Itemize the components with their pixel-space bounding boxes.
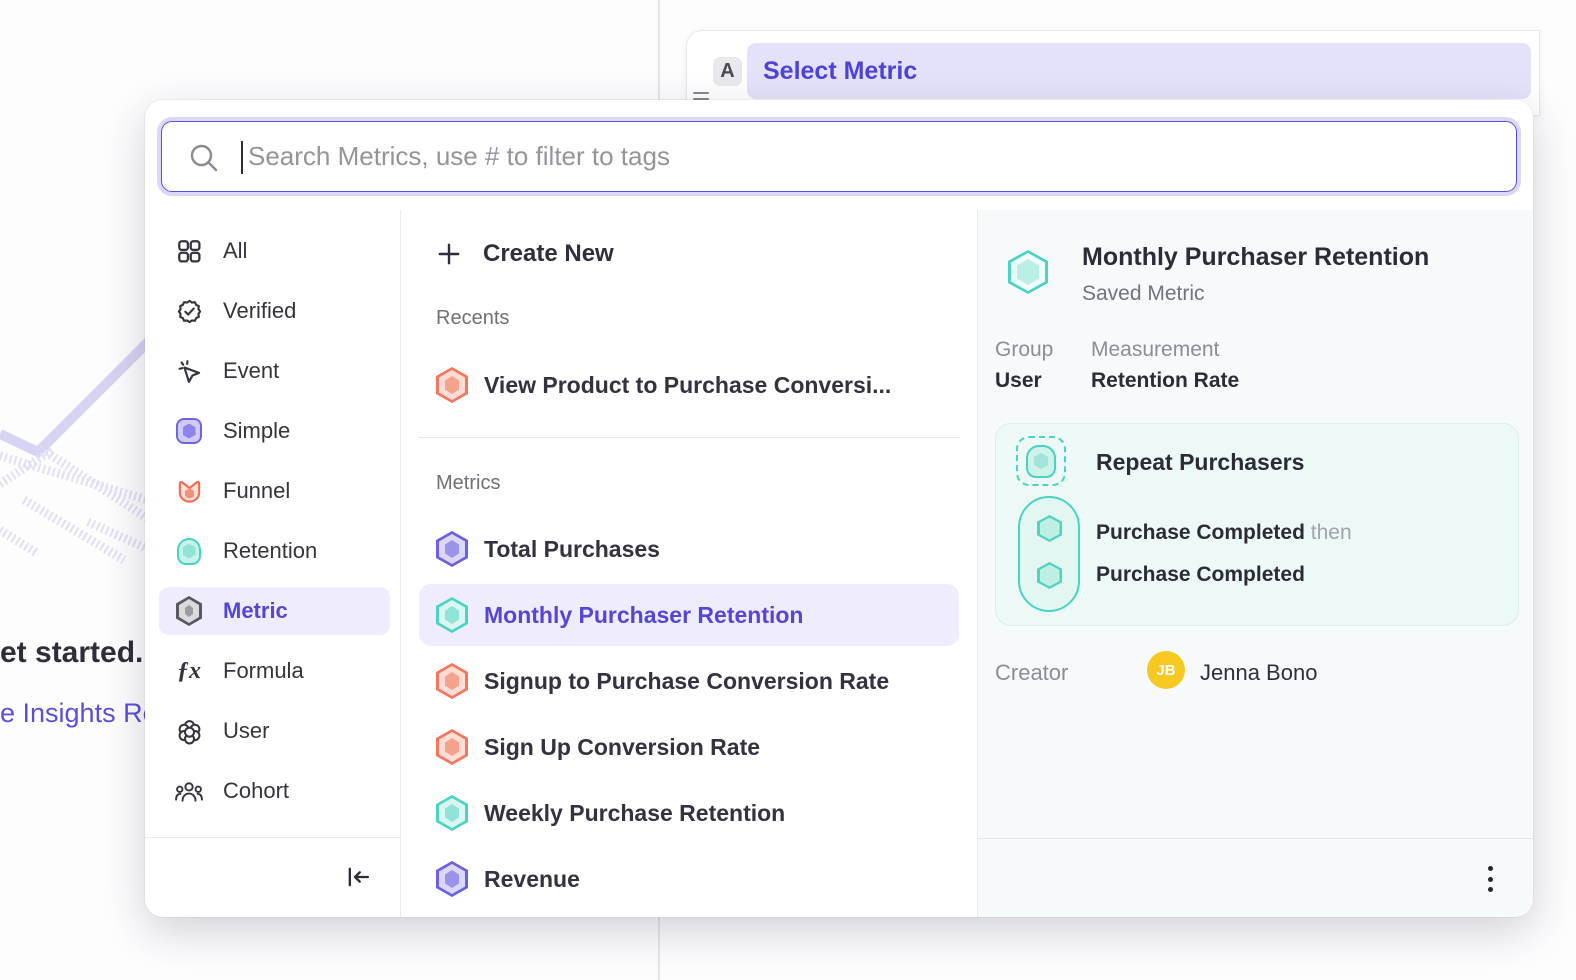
sidebar-item-label: User [223, 718, 269, 744]
modal-body: All Verified [145, 210, 1533, 917]
user-icon [175, 717, 203, 745]
metric-item-weekly-purchase-retention[interactable]: Weekly Purchase Retention [419, 782, 959, 844]
metric-item-label: Signup to Purchase Conversion Rate [484, 668, 889, 695]
sidebar-item-event[interactable]: Event [159, 347, 390, 395]
sidebar-item-label: Simple [223, 418, 290, 444]
sidebar-item-formula[interactable]: ƒx Formula [159, 647, 390, 695]
event-cursor-icon [175, 357, 203, 385]
behavior-name: Repeat Purchasers [1096, 449, 1304, 476]
metric-hexagon-icon [436, 531, 468, 567]
get-started-text: et started. [0, 636, 148, 670]
metric-hexagon-icon [436, 861, 468, 897]
recents-label: Recents [436, 307, 509, 330]
sidebar-item-cohort[interactable]: Cohort [159, 767, 390, 815]
metric-list: Create New Recents View Product to Purch… [400, 210, 978, 917]
metric-item-label: Weekly Purchase Retention [484, 800, 785, 827]
measurement-value: Retention Rate [1091, 369, 1239, 393]
measurement-label: Measurement [1091, 338, 1239, 362]
collapse-sidebar-button[interactable] [344, 863, 372, 891]
grid-icon [175, 237, 203, 265]
metric-item-label: Sign Up Conversion Rate [484, 734, 760, 761]
sidebar-item-label: Event [223, 358, 279, 384]
creator-avatar: JB [1147, 651, 1185, 689]
search-box [161, 121, 1517, 192]
sidebar-footer-divider [145, 837, 400, 838]
sidebar-item-label: Formula [223, 658, 304, 684]
metric-item-monthly-purchaser-retention[interactable]: Monthly Purchaser Retention [419, 584, 959, 646]
list-section-divider [418, 437, 960, 438]
sidebar-item-label: Metric [223, 598, 288, 624]
metric-detail-title: Monthly Purchaser Retention [1082, 243, 1429, 272]
creator-label: Creator [995, 660, 1068, 686]
metric-properties: Group User Measurement Retention Rate [995, 338, 1239, 393]
sidebar-item-label: Retention [223, 538, 317, 564]
metric-detail-panel: Monthly Purchaser Retention Saved Metric… [978, 210, 1533, 917]
create-new-label: Create New [483, 240, 614, 268]
sidebar-item-retention[interactable]: Retention [159, 527, 390, 575]
metric-item-total-purchases[interactable]: Total Purchases [419, 518, 959, 580]
event-sequence-capsule [1018, 496, 1080, 612]
metric-hexagon-icon [175, 597, 203, 625]
verified-badge-icon [175, 297, 203, 325]
metric-detail-hexagon-icon [1008, 250, 1048, 294]
select-metric-label: Select Metric [763, 57, 917, 86]
sidebar-item-label: Cohort [223, 778, 289, 804]
row-label-badge: A [713, 57, 742, 86]
collapse-icon [344, 863, 372, 891]
recent-metric-item[interactable]: View Product to Purchase Conversi... [419, 354, 959, 416]
event-hexagon-icon [1037, 515, 1062, 542]
search-input[interactable] [162, 122, 1516, 191]
group-value: User [995, 369, 1067, 393]
metric-item-revenue[interactable]: Revenue [419, 848, 959, 910]
metrics-label: Metrics [436, 472, 500, 495]
create-new-button[interactable]: Create New [436, 230, 614, 278]
sidebar-item-all[interactable]: All [159, 227, 390, 275]
creator-name: Jenna Bono [1200, 660, 1317, 686]
metric-hexagon-icon [436, 663, 468, 699]
filter-sidebar: All Verified [145, 210, 400, 917]
sidebar-item-label: Funnel [223, 478, 290, 504]
screen: et started. e Insights Re A Select Metri… [0, 0, 1576, 980]
metric-item-label: Monthly Purchaser Retention [484, 602, 803, 629]
event-step-1: Purchase Completed then [1096, 521, 1352, 545]
behavior-icon [1016, 436, 1066, 486]
metric-item-label: Revenue [484, 866, 580, 893]
metric-hexagon-icon [436, 729, 468, 765]
insights-report-link[interactable]: e Insights Re [0, 698, 148, 729]
measurement-property: Measurement Retention Rate [1091, 338, 1239, 393]
event-step-2: Purchase Completed [1096, 563, 1305, 587]
group-label: Group [995, 338, 1067, 362]
sidebar-item-label: All [223, 238, 247, 264]
sidebar-item-metric[interactable]: Metric [159, 587, 390, 635]
metric-item-signup-to-purchase[interactable]: Signup to Purchase Conversion Rate [419, 650, 959, 712]
simple-metric-icon [175, 417, 203, 445]
funnel-metric-hexagon-icon [436, 367, 468, 403]
event-hexagon-icon [1037, 562, 1062, 589]
group-property: Group User [995, 338, 1067, 393]
formula-icon: ƒx [175, 657, 203, 685]
select-metric-button[interactable]: Select Metric [747, 43, 1531, 99]
sidebar-item-label: Verified [223, 298, 296, 324]
cohort-icon [175, 777, 203, 805]
sidebar-item-user[interactable]: User [159, 707, 390, 755]
metric-hexagon-icon [436, 597, 468, 633]
metric-item-label: Total Purchases [484, 536, 660, 563]
metric-hexagon-icon [436, 795, 468, 831]
sidebar-item-funnel[interactable]: Funnel [159, 467, 390, 515]
sidebar-item-simple[interactable]: Simple [159, 407, 390, 455]
metric-item-label: View Product to Purchase Conversi... [484, 372, 891, 399]
then-connector: then [1311, 521, 1352, 544]
metric-detail-subtitle: Saved Metric [1082, 282, 1205, 306]
retention-icon [175, 537, 203, 565]
sidebar-item-verified[interactable]: Verified [159, 287, 390, 335]
funnel-icon [175, 477, 203, 505]
metric-picker-modal: All Verified [145, 100, 1533, 917]
repeat-purchasers-card: Repeat Purchasers Purchase Completed the… [995, 423, 1519, 626]
plus-icon [436, 241, 462, 267]
metric-item-signup-conversion[interactable]: Sign Up Conversion Rate [419, 716, 959, 778]
detail-footer-divider [978, 838, 1533, 839]
more-options-button[interactable] [1487, 866, 1493, 892]
